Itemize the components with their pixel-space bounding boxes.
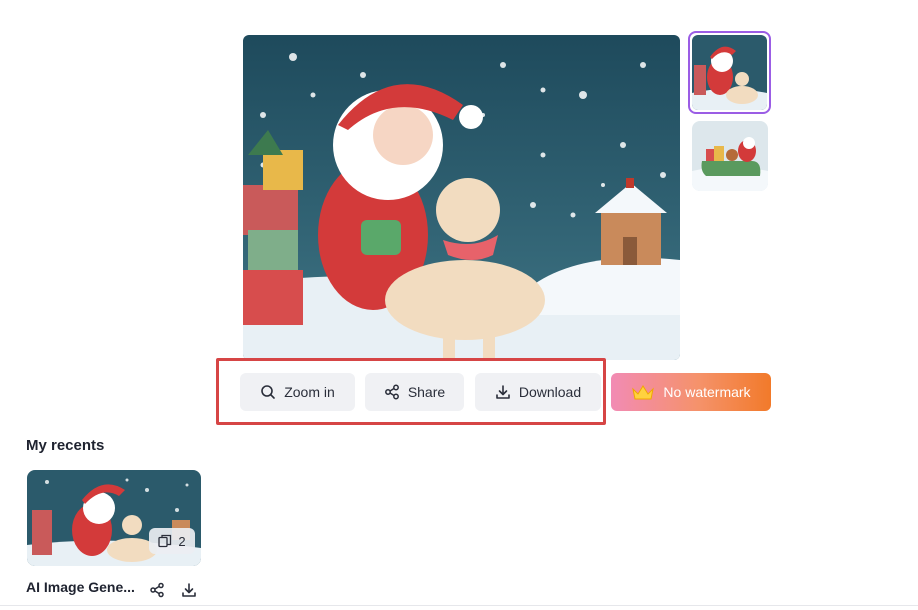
- no-watermark-button[interactable]: No watermark: [611, 373, 771, 411]
- download-icon: [182, 583, 196, 597]
- recent-download-button[interactable]: [181, 582, 197, 598]
- copies-count: 2: [178, 533, 186, 549]
- thumbnail-2[interactable]: [692, 121, 768, 191]
- thumbnail-1-selected[interactable]: [688, 31, 771, 114]
- divider: [0, 605, 918, 606]
- recent-item-name[interactable]: AI Image Gene...: [26, 579, 144, 595]
- main-preview-image[interactable]: [243, 35, 680, 360]
- share-label: Share: [407, 384, 446, 400]
- santa-reindeer-illustration: [243, 35, 680, 360]
- download-label: Download: [518, 384, 582, 400]
- zoom-in-label: Zoom in: [284, 384, 335, 400]
- copy-stack-icon: [158, 534, 172, 548]
- download-icon: [496, 385, 510, 399]
- recent-share-button[interactable]: [149, 582, 165, 598]
- crown-icon: [632, 385, 655, 400]
- share-icon: [384, 384, 399, 400]
- thumbnail-santa-reindeer: [692, 35, 767, 110]
- thumbnail-santa-sleigh: [692, 121, 768, 191]
- share-icon: [150, 582, 164, 598]
- no-watermark-label: No watermark: [663, 384, 751, 400]
- recents-heading: My recents: [26, 437, 105, 454]
- zoom-in-button[interactable]: Zoom in: [240, 373, 355, 411]
- search-icon: [261, 385, 276, 399]
- download-button[interactable]: Download: [475, 373, 601, 411]
- share-button[interactable]: Share: [365, 373, 464, 411]
- copies-count-badge: 2: [149, 528, 195, 554]
